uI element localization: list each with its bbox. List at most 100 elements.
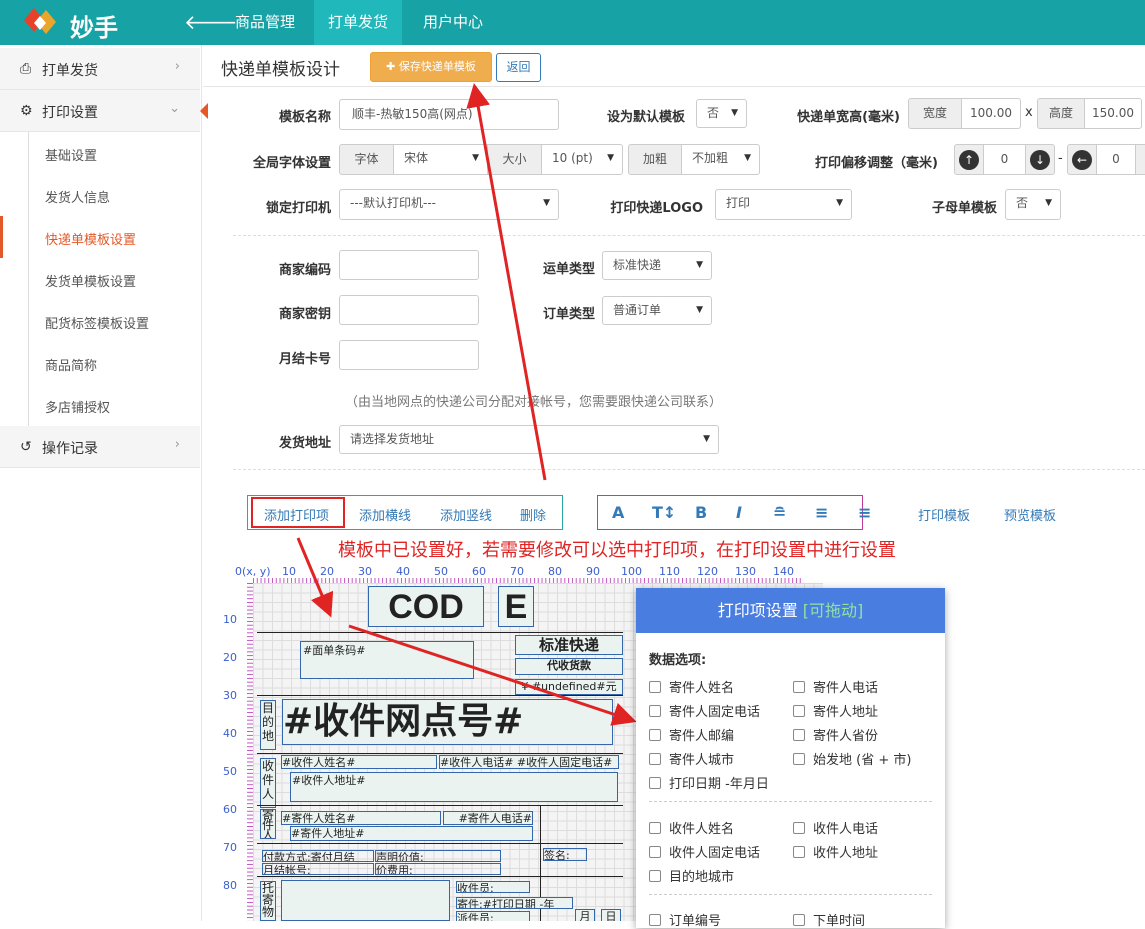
option-checkbox[interactable]: 始发地 (省 + 市) [793, 749, 911, 768]
option-checkbox[interactable]: 目的地城市 [649, 866, 734, 885]
option-checkbox[interactable]: 寄件人省份 [793, 725, 878, 744]
align-left-icon[interactable]: ≡ [815, 503, 828, 522]
merchant-code-input[interactable] [339, 250, 479, 280]
print-item-send-addr[interactable]: #寄件人地址# [290, 826, 533, 841]
sidebar-sub-express-template[interactable]: 快递单模板设置 [0, 216, 200, 258]
print-item-cod[interactable]: COD [368, 586, 484, 627]
print-item-price-fee[interactable]: 价费用: [375, 863, 501, 875]
print-item-dest-point[interactable]: #收件网点号# [282, 699, 613, 745]
font-select[interactable]: 宋体 ▼ [393, 144, 488, 175]
sidebar-sub-multi-shop[interactable]: 多店铺授权 [0, 384, 200, 426]
sidebar-sub-basic[interactable]: 基础设置 [0, 132, 200, 174]
font-size-select[interactable]: 10 (pt) ▼ [541, 144, 623, 175]
option-checkbox[interactable]: 收件人地址 [793, 842, 878, 861]
nav-user-center[interactable]: 用户中心 [409, 0, 497, 45]
offset-down-button[interactable]: ↓ [1025, 144, 1055, 175]
print-item-cod-fee[interactable]: 代收货款 [515, 658, 623, 675]
print-item-send-tag[interactable]: 寄件人 [260, 809, 276, 839]
print-template-link[interactable]: 打印模板 [918, 505, 970, 524]
print-item-send-name[interactable]: #寄件人姓名# [281, 811, 441, 825]
print-item-account[interactable]: 月结帐号: [262, 863, 374, 875]
align-right-icon[interactable]: ≡ [858, 503, 871, 522]
ship-address-select[interactable]: 请选择发货地址 ▼ [339, 425, 719, 454]
sidebar-sub-label-template[interactable]: 配货标签模板设置 [0, 300, 200, 342]
sidebar-sub-ship-template[interactable]: 发货单模板设置 [0, 258, 200, 300]
nav-print-ship[interactable]: 打单发货 [314, 0, 403, 45]
print-item-settings-panel[interactable]: 打印项设置 [可拖动] 数据选项: 寄件人姓名 寄件人电话 寄件人固定电话 寄件… [636, 588, 945, 929]
print-item-dest-tag[interactable]: 目的地 [260, 700, 276, 750]
caret-down-icon: ▼ [543, 198, 550, 208]
print-item-day[interactable]: 日 [601, 909, 621, 921]
logo-select[interactable]: 打印 ▼ [715, 189, 852, 220]
option-checkbox[interactable]: 订单编号 [649, 910, 721, 929]
sidebar-sub-sender[interactable]: 发货人信息 [0, 174, 200, 216]
add-vline-button[interactable]: 添加竖线 [440, 505, 492, 524]
print-item-send-date[interactable]: 寄件:#打印日期 -年 [456, 897, 573, 909]
save-template-button[interactable]: ✚ 保存快递单模板 [370, 52, 492, 82]
back-button[interactable]: 返回 [496, 53, 541, 82]
option-checkbox[interactable]: 寄件人姓名 [649, 677, 734, 696]
printer-select[interactable]: ---默认打印机--- ▼ [339, 189, 559, 220]
print-item-sign[interactable]: 签名: [543, 848, 587, 861]
add-hline-button[interactable]: 添加横线 [359, 505, 411, 524]
default-template-select[interactable]: 否 ▼ [696, 99, 747, 128]
height-input[interactable]: 150.00 [1084, 98, 1142, 129]
waybill-type-select[interactable]: 标准快递 ▼ [602, 251, 712, 280]
bold-select[interactable]: 不加粗 ▼ [681, 144, 760, 175]
bold-icon[interactable]: B [695, 503, 707, 522]
option-checkbox[interactable]: 寄件人地址 [793, 701, 878, 720]
print-item-send-phone[interactable]: #寄件人电话# [443, 811, 533, 825]
submaster-select[interactable]: 否 ▼ [1005, 189, 1061, 220]
font-size-icon[interactable]: T↕ [652, 503, 676, 522]
print-item-month[interactable]: 月 [575, 909, 595, 921]
print-item-e[interactable]: E [498, 586, 534, 627]
print-item-consign-tag[interactable]: 托寄物 [260, 881, 276, 921]
width-input[interactable]: 100.00 [961, 98, 1021, 129]
option-checkbox[interactable]: 寄件人邮编 [649, 725, 734, 744]
option-checkbox[interactable]: 寄件人固定电话 [649, 701, 760, 720]
print-item-express-type[interactable]: 标准快递 [515, 635, 623, 655]
print-item-pay-method[interactable]: 付款方式:寄付月结 [262, 850, 374, 862]
strikethrough-icon[interactable]: ≘ [773, 503, 786, 522]
delete-button[interactable]: 删除 [520, 505, 546, 524]
option-checkbox[interactable]: 下单时间 [793, 910, 865, 929]
print-item-recv-tag[interactable]: 收件人 [260, 758, 276, 808]
offset-horizontal-input[interactable]: 0 [1096, 144, 1136, 175]
print-item-cod-amount[interactable]: ¥ #undefined#元 [515, 679, 623, 695]
print-item-collector[interactable]: 收件员: [456, 881, 530, 893]
print-item-recv-name[interactable]: #收件人姓名# [281, 755, 437, 769]
sidebar-sub-short-name[interactable]: 商品简称 [0, 342, 200, 384]
offset-vertical-input[interactable]: 0 [983, 144, 1026, 175]
sidebar-item-operation-log[interactable]: ↺ 操作记录 › [0, 426, 200, 468]
nav-goods[interactable]: 商品管理 [221, 0, 309, 45]
print-item-declared[interactable]: 声明价值: [375, 850, 501, 862]
offset-up-button[interactable]: ↑ [954, 144, 984, 175]
preview-template-link[interactable]: 预览模板 [1004, 505, 1056, 524]
option-checkbox[interactable]: 打印日期 -年月日 [649, 773, 769, 792]
sidebar-item-print-ship[interactable]: ⎙ 打单发货 › [0, 48, 200, 90]
option-checkbox[interactable]: 收件人电话 [793, 818, 878, 837]
option-checkbox[interactable]: 收件人固定电话 [649, 842, 760, 861]
caret-down-icon: ▼ [836, 198, 843, 208]
panel-header[interactable]: 打印项设置 [可拖动] [636, 588, 945, 633]
print-item-recv-addr[interactable]: #收件人地址# [290, 772, 618, 802]
merchant-key-input[interactable] [339, 295, 479, 325]
template-name-input[interactable]: 顺丰-热敏150高(网点) [339, 99, 559, 130]
italic-icon[interactable]: I [736, 503, 742, 522]
print-item-recv-phone[interactable]: #收件人电话# #收件人固定电话# [439, 755, 619, 769]
monthly-card-input[interactable] [339, 340, 479, 370]
select-value: 宋体 [404, 151, 429, 165]
offset-right-button[interactable] [1135, 144, 1145, 175]
option-checkbox[interactable]: 寄件人城市 [649, 749, 734, 768]
print-item-dispatcher[interactable]: 派件员: [456, 911, 530, 921]
print-item-consign-box[interactable] [281, 880, 450, 921]
sidebar-item-print-settings[interactable]: ⚙ 打印设置 ⌄ [0, 90, 208, 132]
order-type-select[interactable]: 普通订单 ▼ [602, 296, 712, 325]
font-color-icon[interactable]: A [612, 503, 624, 522]
option-checkbox[interactable]: 收件人姓名 [649, 818, 734, 837]
option-checkbox[interactable]: 寄件人电话 [793, 677, 878, 696]
history-icon: ↺ [20, 439, 32, 455]
add-print-item-button[interactable]: 添加打印项 [264, 505, 329, 524]
print-item-barcode[interactable]: #面单条码# [300, 641, 474, 679]
offset-left-button[interactable]: ← [1067, 144, 1097, 175]
